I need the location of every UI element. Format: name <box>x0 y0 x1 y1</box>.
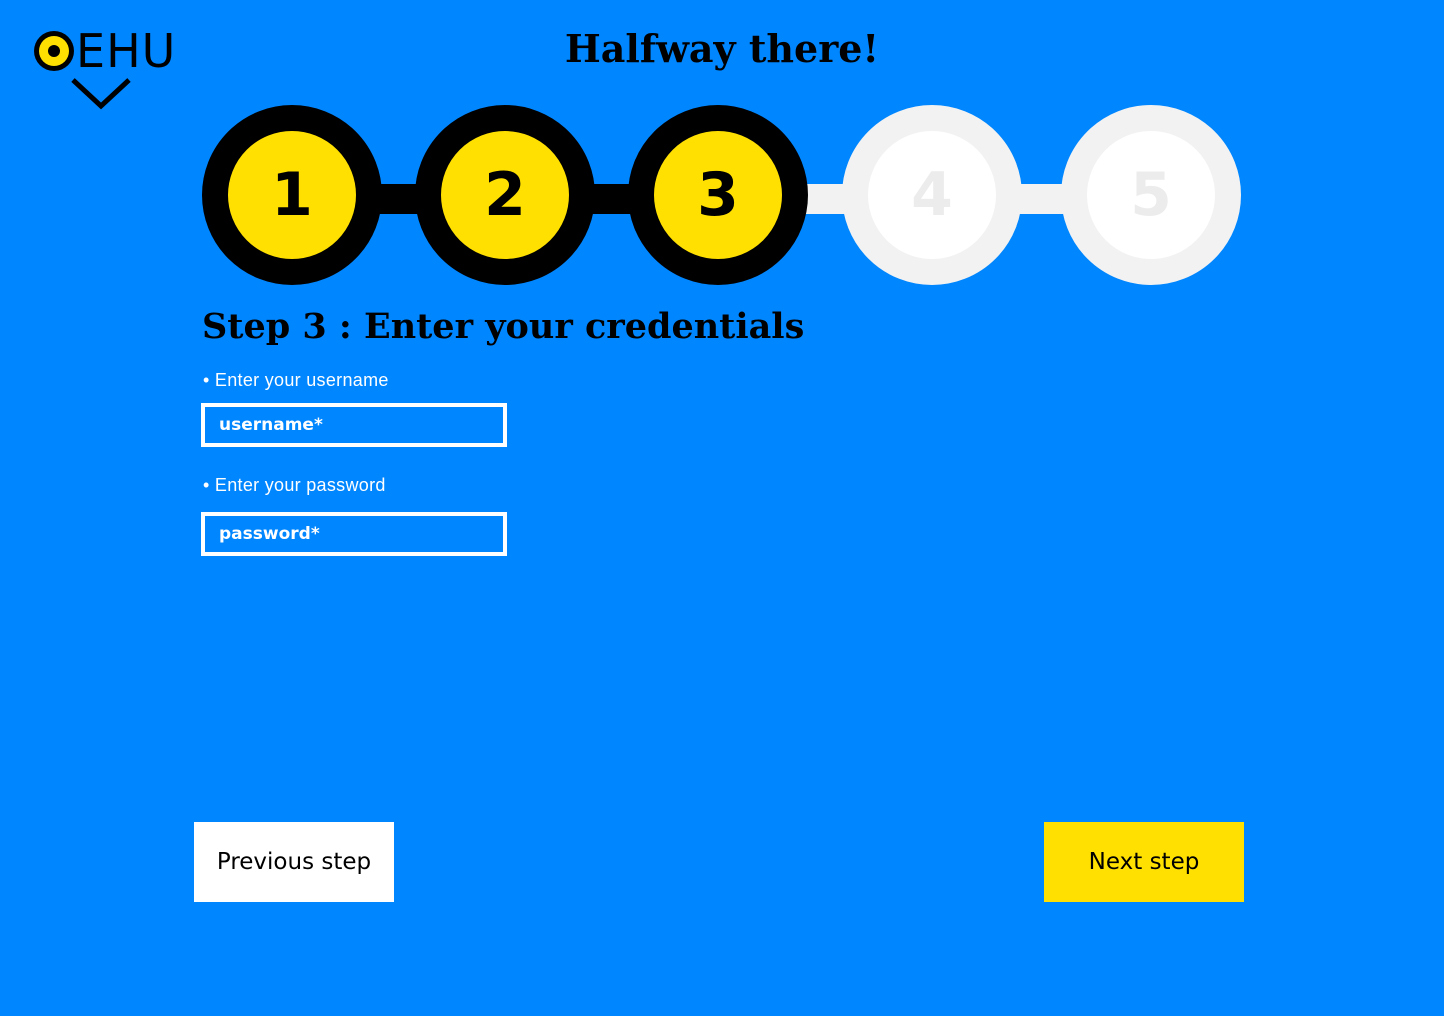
step-2[interactable]: 2 <box>415 105 595 285</box>
previous-step-button[interactable]: Previous step <box>194 822 394 902</box>
password-label: • Enter your password <box>203 475 386 495</box>
username-field[interactable] <box>201 403 507 447</box>
next-step-button[interactable]: Next step <box>1044 822 1244 902</box>
password-field[interactable] <box>201 512 507 556</box>
step-4: 4 <box>842 105 1022 285</box>
step-3[interactable]: 3 <box>628 105 808 285</box>
step-heading: Step 3 : Enter your credentials <box>202 306 805 347</box>
step-1[interactable]: 1 <box>202 105 382 285</box>
progress-stepper: 1 2 3 4 5 <box>0 0 1444 300</box>
username-label: • Enter your username <box>203 370 389 390</box>
step-5: 5 <box>1061 105 1241 285</box>
